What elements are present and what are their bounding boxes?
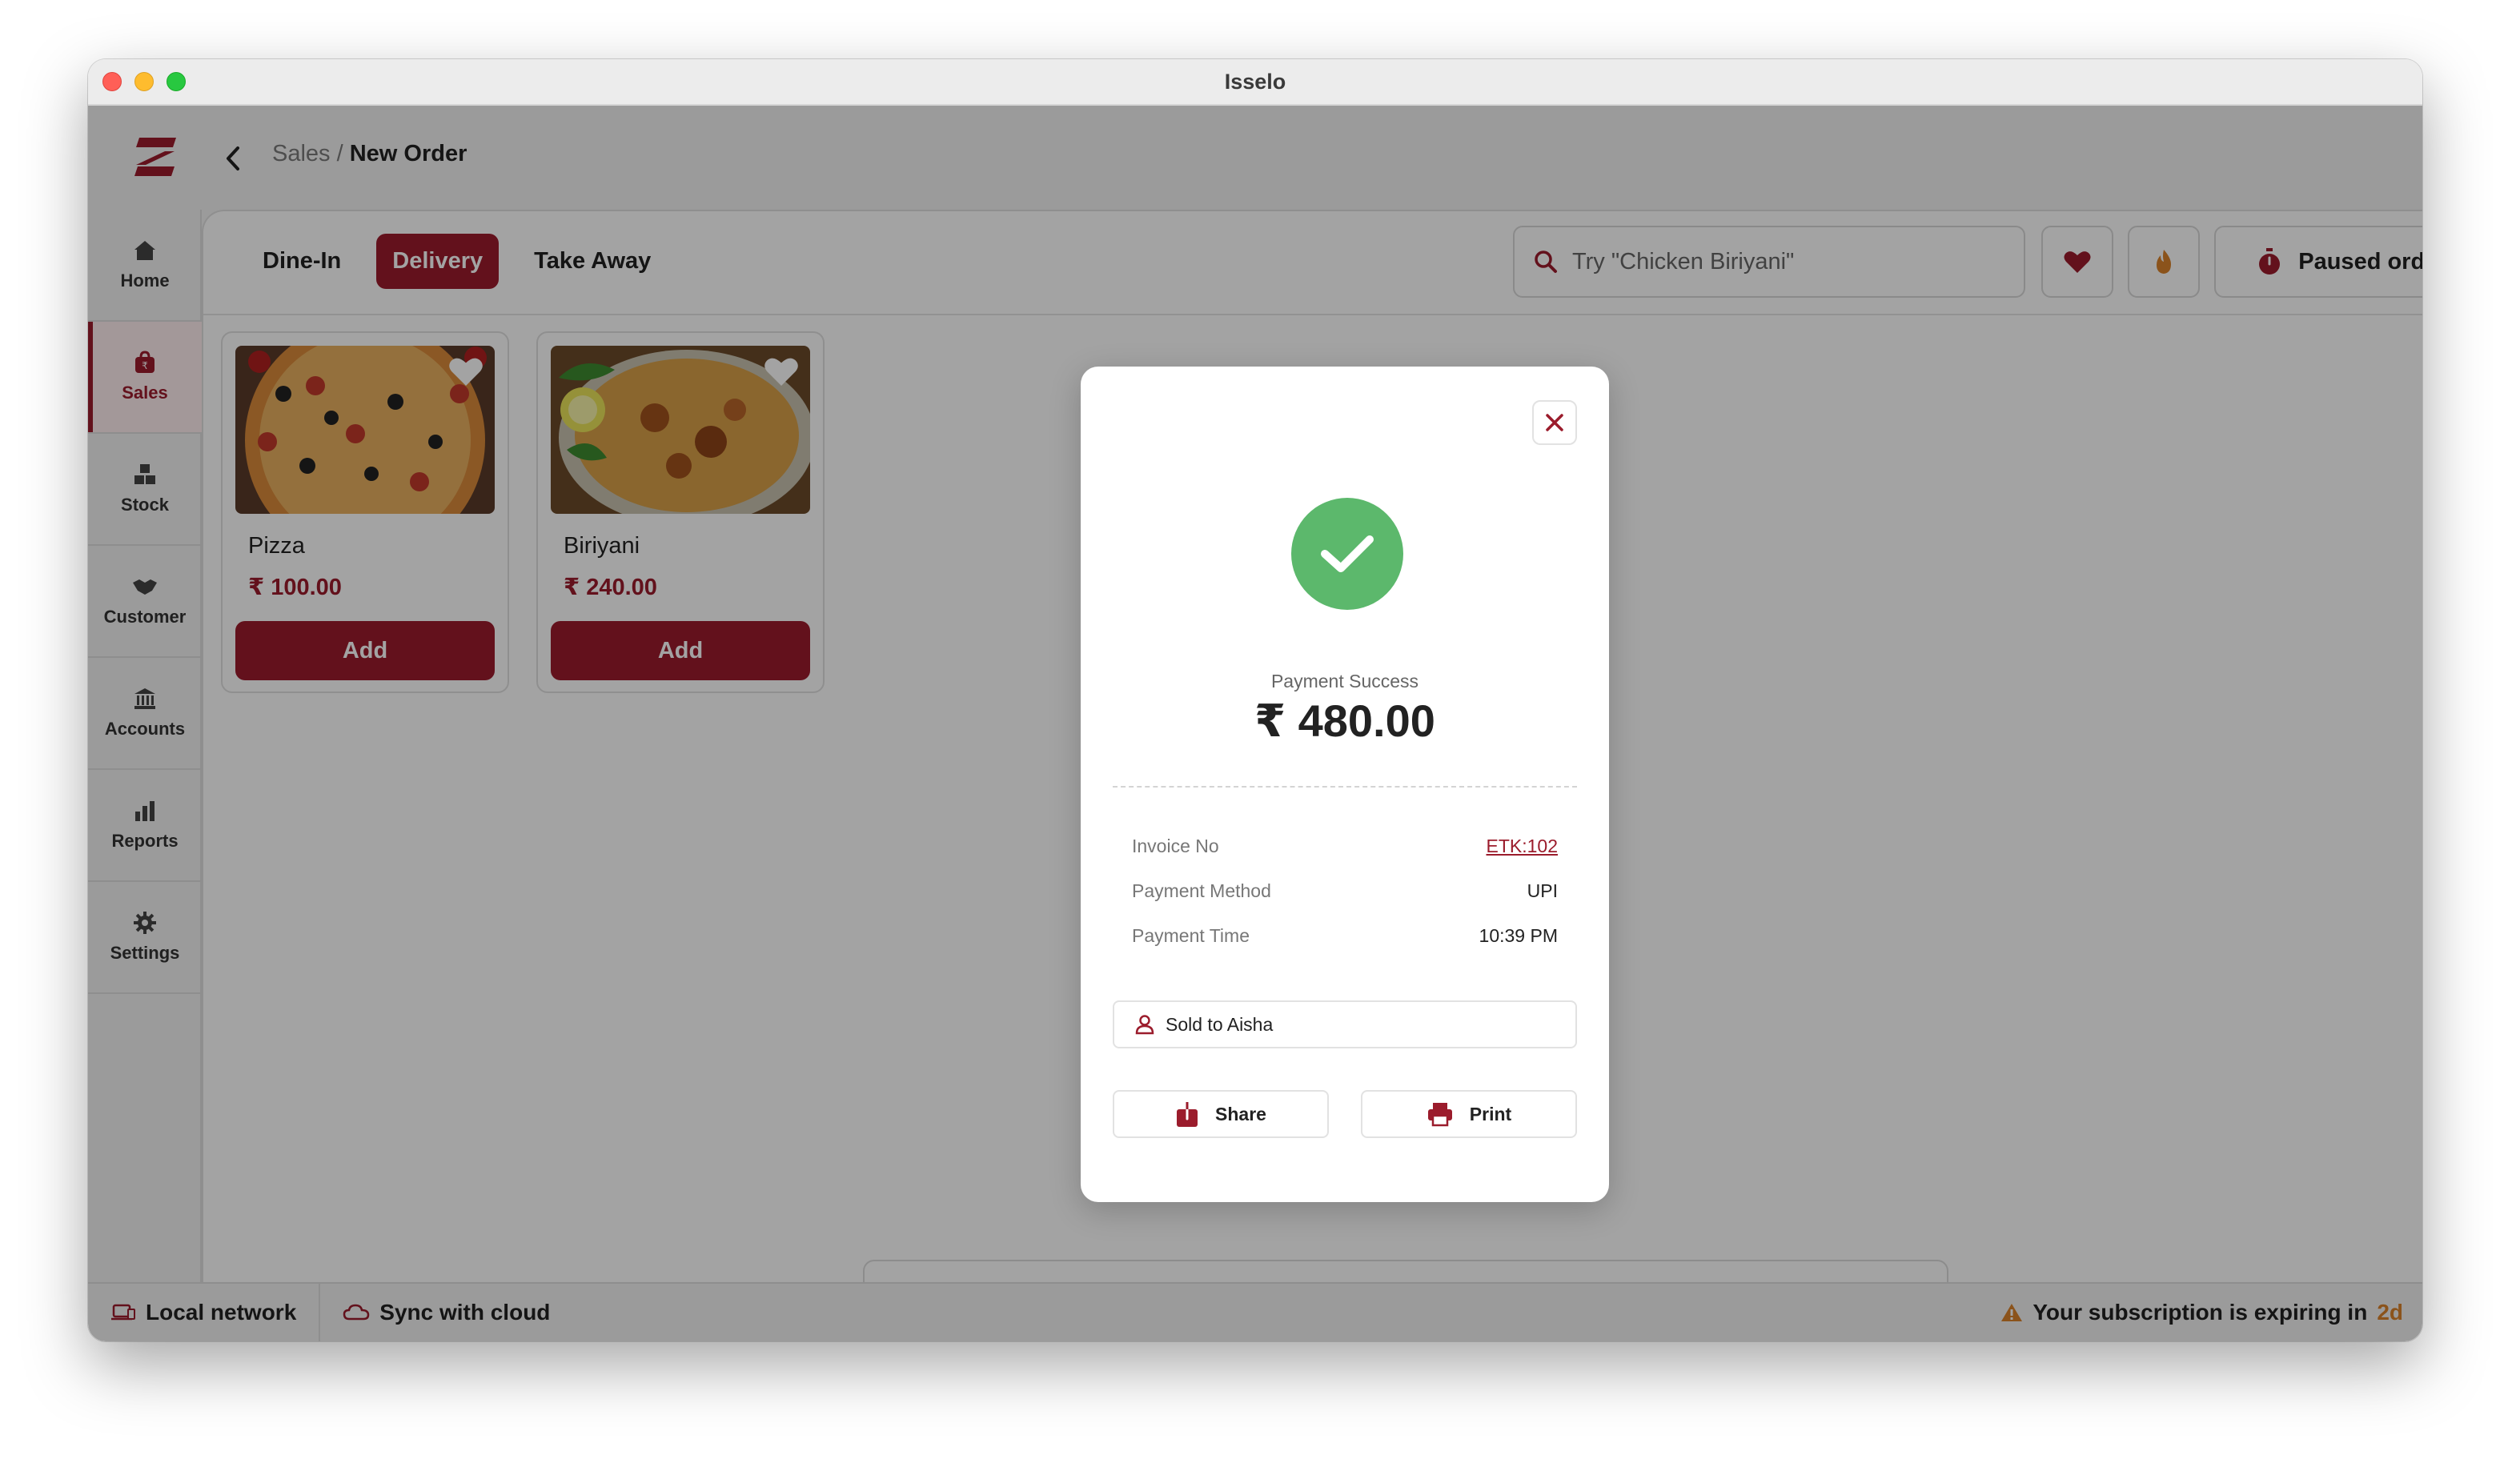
payment-method-label: Payment Method — [1132, 880, 1271, 901]
printer-icon — [1427, 1103, 1452, 1127]
payment-time-value: 10:39 PM — [1479, 925, 1558, 946]
dashed-divider — [1113, 786, 1577, 788]
payment-status: Payment Success — [1270, 671, 1419, 691]
share-icon — [1177, 1100, 1198, 1127]
maximize-window-button[interactable] — [167, 72, 186, 91]
payment-method-value: UPI — [1527, 880, 1558, 901]
window-title: Isselo — [1224, 69, 1286, 94]
print-button[interactable]: Print — [1361, 1090, 1577, 1138]
minimize-window-button[interactable] — [134, 72, 154, 91]
share-label: Share — [1215, 1103, 1266, 1124]
payment-time-row: Payment Time 10:39 PM — [1132, 925, 1558, 947]
app-window: Isselo Sales / New Order Home ₹ Sales St… — [88, 59, 2422, 1341]
share-button[interactable]: Share — [1113, 1090, 1329, 1138]
user-icon — [1135, 1015, 1154, 1035]
success-check-icon — [1291, 498, 1403, 610]
payment-success-dialog: Payment Success ₹ 480.00 Invoice No ETK:… — [1081, 367, 1609, 1202]
sold-to-customer[interactable]: Sold to Aisha — [1113, 1000, 1577, 1048]
sold-to-label: Sold to Aisha — [1166, 1013, 1274, 1035]
close-window-button[interactable] — [102, 72, 122, 91]
close-icon — [1546, 414, 1563, 431]
payment-amount: ₹ 480.00 — [1254, 695, 1435, 746]
invoice-link[interactable]: ETK:102 — [1487, 836, 1559, 857]
payment-time-label: Payment Time — [1132, 925, 1250, 946]
print-label: Print — [1469, 1103, 1512, 1124]
invoice-row: Invoice No ETK:102 — [1132, 836, 1558, 857]
title-bar: Isselo — [88, 59, 2422, 106]
close-dialog-button[interactable] — [1532, 400, 1577, 445]
payment-method-row: Payment Method UPI — [1132, 880, 1558, 902]
window-controls — [102, 72, 186, 91]
invoice-label: Invoice No — [1132, 836, 1219, 856]
